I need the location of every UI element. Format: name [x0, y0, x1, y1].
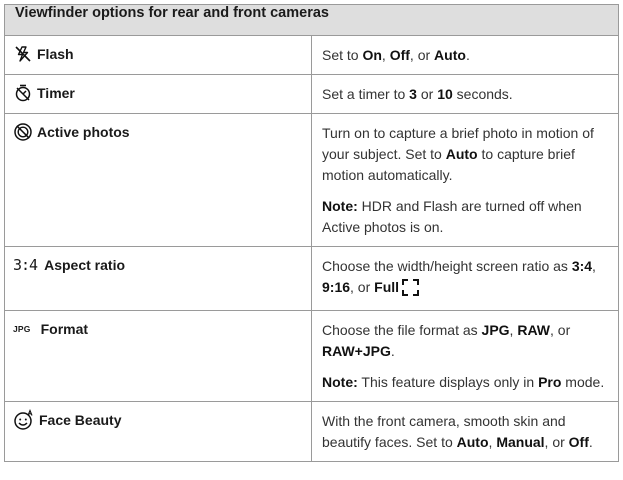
- description-cell-timer: Set a timer to 3 or 10 seconds.: [311, 74, 619, 114]
- viewfinder-options-table: Viewfinder options for rear and front ca…: [4, 4, 619, 462]
- description-cell-active-photos: Turn on to capture a brief photo in moti…: [311, 113, 619, 247]
- face-beauty-icon: [13, 409, 35, 431]
- table-title: Viewfinder options for rear and front ca…: [4, 4, 619, 36]
- feature-cell-active-photos: Active photos: [4, 113, 312, 247]
- feature-label: Face Beauty: [39, 412, 122, 428]
- flash-off-icon: [13, 44, 33, 64]
- feature-cell-format: JPG Format: [4, 310, 312, 402]
- description-cell-face-beauty: With the front camera, smooth skin and b…: [311, 401, 619, 462]
- note-paragraph: Note: This feature displays only in Pro …: [322, 374, 605, 390]
- timer-icon: [13, 83, 33, 103]
- feature-cell-timer: Timer: [4, 74, 312, 114]
- feature-label: Flash: [37, 46, 74, 62]
- feature-label: Format: [40, 321, 89, 337]
- feature-cell-flash: Flash: [4, 35, 312, 75]
- feature-label: Aspect ratio: [44, 257, 126, 273]
- description-cell-flash: Set to On, Off, or Auto.: [311, 35, 619, 75]
- table-row: Timer Set a timer to 3 or 10 seconds.: [4, 74, 619, 114]
- description-paragraph: Turn on to capture a brief photo in moti…: [322, 125, 594, 183]
- jpg-format-icon: JPG: [13, 324, 31, 334]
- aspect-ratio-icon: 3:4: [13, 256, 38, 274]
- description-paragraph: Choose the file format as JPG, RAW, or R…: [322, 322, 571, 359]
- full-screen-icon: [402, 279, 420, 302]
- table-row: Active photos Turn on to capture a brief…: [4, 113, 619, 247]
- note-paragraph: Note: HDR and Flash are turned off when …: [322, 198, 582, 235]
- feature-label: Active photos: [37, 124, 130, 140]
- description-cell-format: Choose the file format as JPG, RAW, or R…: [311, 310, 619, 402]
- table-row: Flash Set to On, Off, or Auto.: [4, 35, 619, 75]
- feature-cell-aspect-ratio: 3:4 Aspect ratio: [4, 246, 312, 311]
- feature-label: Timer: [37, 85, 75, 101]
- table-row: 3:4 Aspect ratio Choose the width/height…: [4, 246, 619, 311]
- table-row: JPG Format Choose the file format as JPG…: [4, 310, 619, 402]
- table-header-row: Viewfinder options for rear and front ca…: [4, 4, 619, 36]
- table-row: Face Beauty With the front camera, smoot…: [4, 401, 619, 462]
- description-cell-aspect-ratio: Choose the width/height screen ratio as …: [311, 246, 619, 311]
- feature-cell-face-beauty: Face Beauty: [4, 401, 312, 462]
- active-photos-icon: [13, 122, 33, 142]
